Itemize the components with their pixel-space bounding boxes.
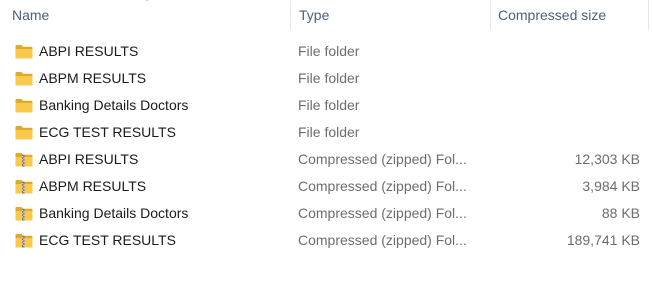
file-row[interactable]: Banking Details Doctors Compressed (zipp… — [0, 200, 652, 227]
column-divider[interactable] — [490, 0, 491, 30]
file-name: ABPI RESULTS — [39, 43, 139, 59]
file-size: 12,303 KB — [574, 151, 640, 167]
folder-icon — [15, 126, 33, 140]
file-size: 88 KB — [601, 205, 640, 221]
zip-folder-icon — [15, 234, 33, 248]
file-row[interactable]: ABPI RESULTS Compressed (zipped) Fol... … — [0, 146, 652, 173]
column-divider[interactable] — [648, 0, 649, 30]
file-row[interactable]: ABPI RESULTS File folder — [0, 38, 652, 65]
file-name: ECG TEST RESULTS — [39, 124, 176, 140]
folder-icon — [15, 72, 33, 86]
file-size: 3,984 KB — [582, 178, 640, 194]
file-row[interactable]: ECG TEST RESULTS Compressed (zipped) Fol… — [0, 227, 652, 254]
file-type: Compressed (zipped) Fol... — [298, 178, 467, 194]
file-type: Compressed (zipped) Fol... — [298, 205, 467, 221]
file-size: 189,741 KB — [566, 232, 640, 248]
file-name: ABPI RESULTS — [39, 151, 139, 167]
file-name: Banking Details Doctors — [39, 205, 189, 221]
file-type: Compressed (zipped) Fol... — [298, 232, 467, 248]
file-name: Banking Details Doctors — [39, 97, 189, 113]
file-row[interactable]: ABPM RESULTS File folder — [0, 65, 652, 92]
file-name: ABPM RESULTS — [39, 70, 147, 86]
file-type: File folder — [298, 97, 360, 113]
file-type: File folder — [298, 43, 360, 59]
column-header-row: Name Type Compressed size — [0, 0, 652, 30]
file-name: ABPM RESULTS — [39, 178, 147, 194]
zip-folder-icon — [15, 180, 33, 194]
folder-icon — [15, 99, 33, 113]
file-type: Compressed (zipped) Fol... — [298, 151, 467, 167]
file-row[interactable]: Banking Details Doctors File folder — [0, 92, 652, 119]
column-divider[interactable] — [290, 0, 291, 30]
zip-folder-icon — [15, 153, 33, 167]
folder-icon — [15, 45, 33, 59]
column-header-type[interactable]: Type — [299, 0, 329, 30]
file-type: File folder — [298, 70, 360, 86]
file-row[interactable]: ECG TEST RESULTS File folder — [0, 119, 652, 146]
file-type: File folder — [298, 124, 360, 140]
file-row[interactable]: ABPM RESULTS Compressed (zipped) Fol... … — [0, 173, 652, 200]
column-header-compressed-size[interactable]: Compressed size — [498, 0, 606, 30]
column-header-name[interactable]: Name — [12, 0, 49, 30]
file-name: ECG TEST RESULTS — [39, 232, 176, 248]
file-list: ABPI RESULTS File folder ABPM RESULTS Fi… — [0, 38, 652, 254]
sort-chevron-icon[interactable] — [142, 0, 152, 3]
zip-folder-icon — [15, 207, 33, 221]
